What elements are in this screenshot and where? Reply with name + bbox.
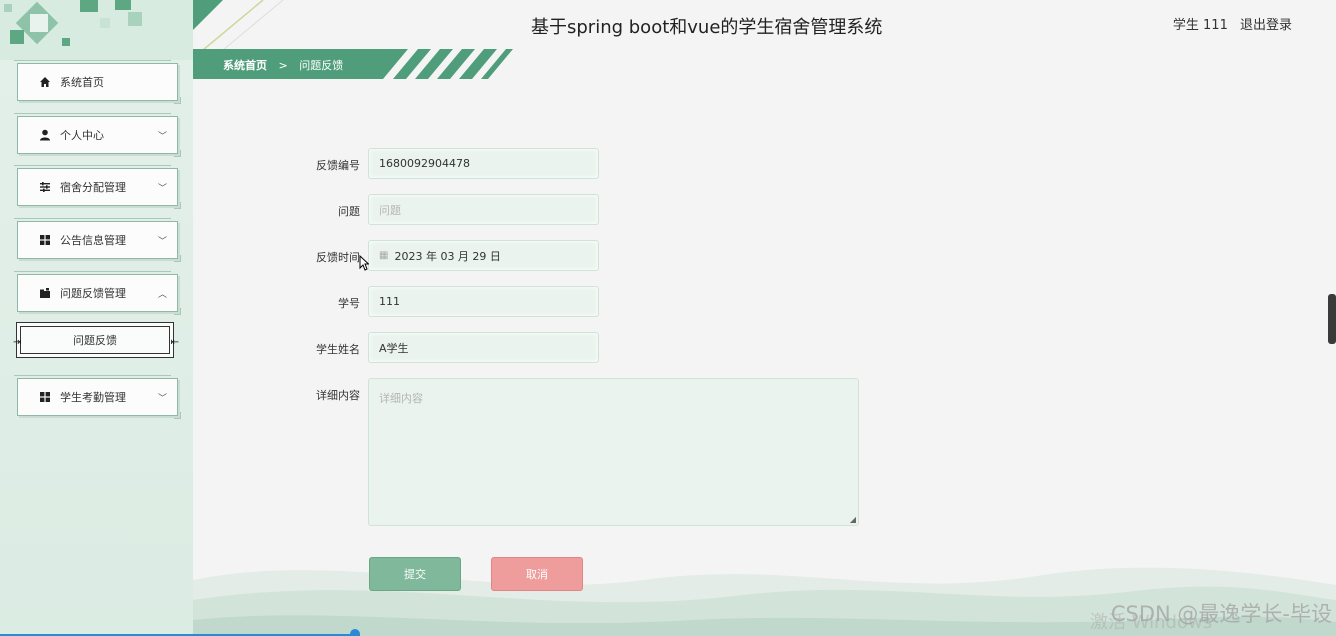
breadcrumb: 系统首页 > 问题反馈 <box>193 49 523 79</box>
chevron-down-icon: ﹀ <box>157 237 167 247</box>
student-name-label: 学生姓名 <box>316 343 360 356</box>
sidebar-item-feedback-management[interactable]: 问题反馈管理 ︿ <box>14 271 181 315</box>
sidebar-item-home[interactable]: 系统首页 <box>14 60 181 104</box>
sidebar-item-profile[interactable]: 个人中心 ﹀ <box>14 113 181 157</box>
sidebar-item-label: 公告信息管理 <box>60 234 126 247</box>
question-label: 问题 <box>338 205 360 218</box>
sliders-icon <box>38 180 52 194</box>
question-input[interactable]: 问题 <box>368 194 599 225</box>
sidebar-subitem-label: 问题反馈 <box>73 334 117 347</box>
sidebar-item-attendance[interactable]: 学生考勤管理 ﹀ <box>14 375 181 419</box>
sidebar-item-dorm-allocation[interactable]: 宿舍分配管理 ﹀ <box>14 165 181 209</box>
arrow-left-icon: ⇥ <box>13 337 22 348</box>
detail-placeholder: 详细内容 <box>379 392 423 405</box>
sidebar-item-label: 个人中心 <box>60 129 104 142</box>
chevron-down-icon: ﹀ <box>157 184 167 194</box>
feedback-no-field[interactable]: 1680092904478 <box>368 148 599 179</box>
sidebar-item-notices[interactable]: 公告信息管理 ﹀ <box>14 218 181 262</box>
user-info: 学生 111 退出登录 <box>1173 14 1292 33</box>
folder-icon <box>38 286 52 300</box>
cancel-button[interactable]: 取消 <box>491 557 583 591</box>
watermark: CSDN @最逸学长-毕设 <box>1110 602 1332 626</box>
student-no-field[interactable]: 111 <box>368 286 599 317</box>
feedback-time-label: 反馈时间 <box>316 251 360 264</box>
sidebar: 系统首页 个人中心 ﹀ 宿舍分配管理 ﹀ 公告信息管理 ﹀ 问题反馈管理 ︿ ⇥… <box>0 0 193 636</box>
user-icon <box>38 128 52 142</box>
breadcrumb-current: 问题反馈 <box>299 59 344 72</box>
breadcrumb-home[interactable]: 系统首页 <box>223 59 267 72</box>
header: 基于spring boot和vue的学生宿舍管理系统 学生 111 退出登录 <box>193 0 1336 50</box>
app-title: 基于spring boot和vue的学生宿舍管理系统 <box>531 17 883 38</box>
feedback-time-value: 2023 年 03 月 29 日 <box>394 249 501 263</box>
grid-icon <box>38 233 52 247</box>
chevron-down-icon: ﹀ <box>157 394 167 404</box>
student-no-label: 学号 <box>338 297 360 310</box>
detail-label: 详细内容 <box>316 389 360 402</box>
submit-button[interactable]: 提交 <box>369 557 461 591</box>
sidebar-subitem-feedback[interactable]: ⇥ 问题反馈 ⇤ <box>13 322 179 358</box>
header-decoration <box>193 0 284 50</box>
sidebar-decoration <box>0 0 193 60</box>
sidebar-item-label: 宿舍分配管理 <box>60 181 126 194</box>
user-name: 学生 111 <box>1172 18 1228 33</box>
chevron-down-icon: ﹀ <box>157 132 167 142</box>
sidebar-item-label: 系统首页 <box>60 76 104 89</box>
arrow-right-icon: ⇤ <box>170 337 179 348</box>
feedback-no-label: 反馈编号 <box>316 159 360 172</box>
calendar-icon: ▦ <box>379 250 389 261</box>
chevron-up-icon: ︿ <box>157 290 167 300</box>
resize-handle-icon[interactable]: ◢ <box>850 515 856 524</box>
feedback-time-picker[interactable]: ▦ 2023 年 03 月 29 日 <box>368 240 599 271</box>
mouse-cursor-icon <box>359 255 369 271</box>
student-name-field[interactable]: A学生 <box>368 332 599 363</box>
detail-textarea[interactable]: 详细内容 ◢ <box>368 378 859 526</box>
sidebar-item-label: 问题反馈管理 <box>60 287 126 300</box>
grid-icon <box>38 390 52 404</box>
breadcrumb-separator: > <box>278 59 288 72</box>
page-scrollbar[interactable] <box>1328 294 1336 344</box>
sidebar-item-label: 学生考勤管理 <box>60 391 126 404</box>
home-icon <box>38 75 52 89</box>
logout-link[interactable]: 退出登录 <box>1240 18 1292 33</box>
taskbar-progress-dot <box>350 629 360 636</box>
